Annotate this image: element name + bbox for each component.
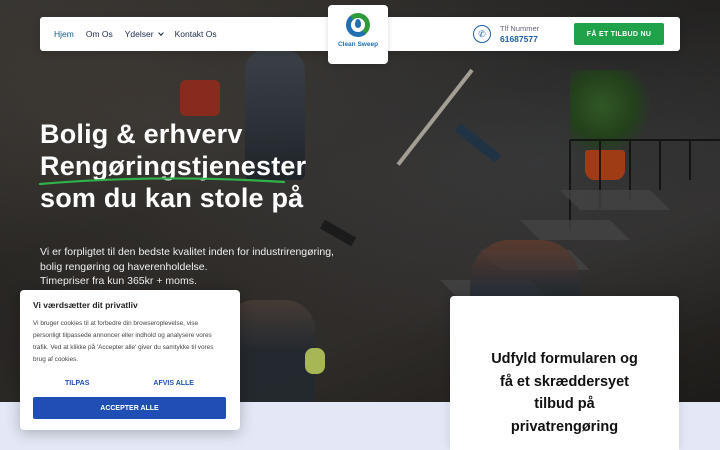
- logo-icon: [346, 13, 370, 37]
- phone-contact[interactable]: ✆ Tlf Nummer 61687577: [473, 17, 539, 51]
- logo-text: Clean Sweep: [337, 41, 379, 48]
- water-drop-icon: [355, 19, 361, 28]
- hero-title: Bolig & erhverv Rengøringstjenester som …: [40, 118, 306, 214]
- get-quote-button[interactable]: FÅ ET TILBUD NU: [574, 23, 664, 45]
- form-card-title-line-1: Udfyld formularen og: [491, 351, 638, 367]
- hero-desc-line-2: bolig rengøring og haverenholdelse.: [40, 260, 208, 273]
- hero-desc-line-3: Timepriser fra kun 365kr + moms.: [40, 275, 197, 287]
- chevron-down-icon: [157, 29, 164, 36]
- nav-link-hjem[interactable]: Hjem: [54, 29, 74, 39]
- cookie-title: Vi værdsætter dit privatliv: [33, 300, 138, 310]
- form-card-title: Udfyld formularen og få et skræddersyet …: [450, 348, 679, 438]
- phone-label: Tlf Nummer: [500, 24, 540, 33]
- form-card-title-line-2: få et skræddersyet: [500, 373, 629, 390]
- cookie-text: Vi bruger cookies til at forbedre din br…: [33, 320, 214, 363]
- hero-title-line-1: Bolig & erhverv: [40, 119, 243, 149]
- nav-link-kontakt-os[interactable]: Kontakt Os: [175, 29, 217, 39]
- customize-cookies-button[interactable]: TILPAS: [65, 380, 89, 387]
- logo[interactable]: Clean Sweep: [328, 5, 388, 64]
- phone-icon: ✆: [473, 25, 491, 43]
- nav-link-ydelser-label: Ydelser: [124, 29, 154, 39]
- cookie-consent-dialog: Vi værdsætter dit privatliv Vi bruger co…: [20, 290, 240, 430]
- cookie-actions: TILPAS AFVIS ALLE: [33, 380, 226, 387]
- form-card-title-line-3: tilbud på: [534, 396, 595, 412]
- nav-links: Hjem Om Os Ydelser Kontakt Os: [54, 17, 229, 51]
- hero-desc-line-1: Vi er forpligtet til den bedste kvalitet…: [40, 246, 334, 258]
- phone-text: Tlf Nummer 61687577: [500, 23, 539, 45]
- phone-number: 61687577: [500, 34, 538, 44]
- quote-form-card: Udfyld formularen og få et skræddersyet …: [450, 296, 679, 450]
- form-card-title-line-4: privatrengøring: [510, 418, 619, 435]
- nav-link-om-os[interactable]: Om Os: [86, 29, 113, 39]
- nav-link-ydelser[interactable]: Ydelser: [124, 29, 164, 39]
- accept-all-button[interactable]: ACCEPTER ALLE: [33, 397, 226, 419]
- reject-all-button[interactable]: AFVIS ALLE: [153, 380, 194, 387]
- hero-description: Vi er forpligtet til den bedste kvalitet…: [40, 245, 340, 289]
- title-underline-swoosh: [38, 177, 286, 186]
